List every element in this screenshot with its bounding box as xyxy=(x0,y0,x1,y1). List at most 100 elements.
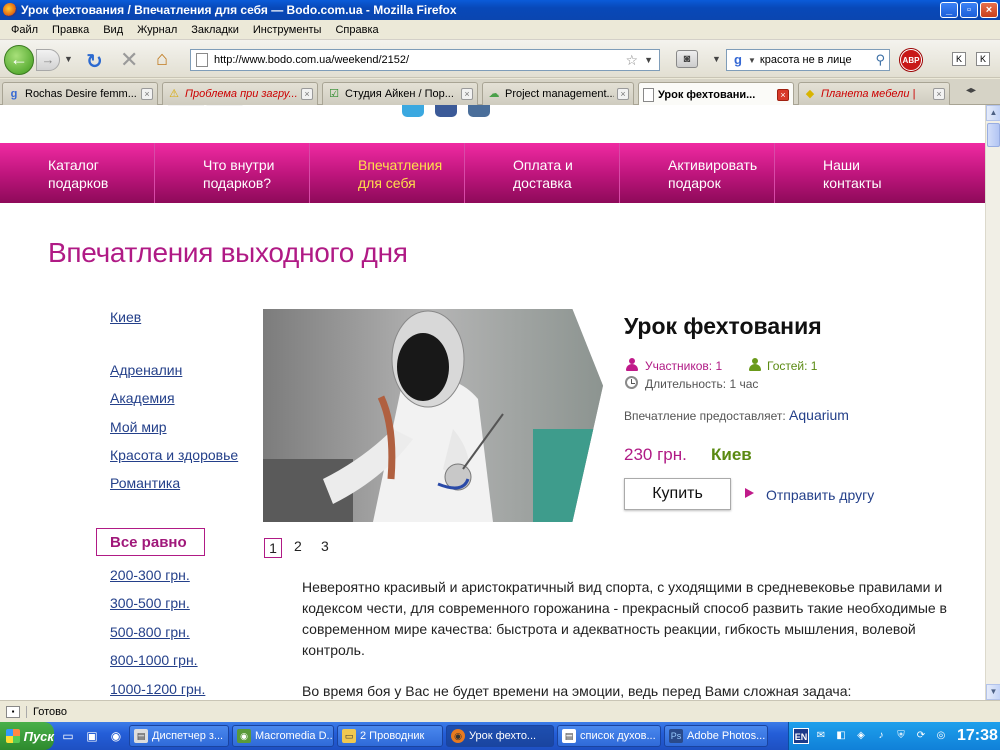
reload-icon[interactable]: ↻ xyxy=(86,49,103,74)
menu-history[interactable]: Журнал xyxy=(130,24,184,36)
taskbar-firefox[interactable]: ◉ Урок фехто... xyxy=(446,725,554,747)
sidebar-cat-romance[interactable]: Романтика xyxy=(110,475,180,491)
provider-link[interactable]: Aquarium xyxy=(789,407,849,423)
diamond-icon: ◆ xyxy=(805,88,815,100)
tab-list-icon[interactable]: ◂▸ xyxy=(966,85,976,96)
url-dropdown-icon[interactable]: ▼ xyxy=(644,55,653,65)
sidebar-cat-academy[interactable]: Академия xyxy=(110,390,175,406)
gallery-page-1[interactable]: 1 xyxy=(264,538,282,558)
save-icon[interactable]: ▣ xyxy=(82,726,102,746)
price-filter-all[interactable]: Все равно xyxy=(96,528,205,556)
search-engine-dropdown-icon[interactable]: ▼ xyxy=(748,56,756,65)
menu-edit[interactable]: Правка xyxy=(45,24,96,36)
addon-k-icon[interactable]: K xyxy=(952,52,966,66)
tab-problem[interactable]: ⚠ Проблема при загру... × xyxy=(162,82,318,105)
search-icon[interactable]: ⚲ xyxy=(875,52,885,68)
sidebar-cat-adrenaline[interactable]: Адреналин xyxy=(110,362,182,378)
menu-bookmarks[interactable]: Закладки xyxy=(184,24,246,36)
product-photo[interactable] xyxy=(263,309,603,522)
sidebar-cat-my-world[interactable]: Мой мир xyxy=(110,419,167,435)
nav-catalog[interactable]: Каталог подарков xyxy=(0,143,155,203)
stop-icon[interactable]: ✕ xyxy=(120,47,138,73)
cloud-icon: ☁ xyxy=(488,88,500,100)
taskbar-word[interactable]: ▤ список духов... xyxy=(557,725,661,747)
address-bar[interactable]: http://www.bodo.com.ua/weekend/2152/ ☆ ▼ xyxy=(190,49,660,71)
tab-studio[interactable]: ☑ Студия Айкен / Пор... × xyxy=(322,82,478,105)
tray-chat-icon[interactable]: ✉ xyxy=(813,728,829,744)
taskbar-task-manager[interactable]: ▤ Диспетчер з... xyxy=(129,725,229,747)
camera-dropdown-icon[interactable]: ▼ xyxy=(712,54,721,64)
search-box[interactable]: g ▼ ⚲ xyxy=(726,49,890,71)
tab-close-icon[interactable]: × xyxy=(141,88,153,100)
send-to-friend-link[interactable]: Отправить другу xyxy=(766,487,874,503)
nav-impressions[interactable]: Впечатления для себя xyxy=(310,143,465,203)
nav-payment[interactable]: Оплата и доставка xyxy=(465,143,620,203)
nav-contacts[interactable]: Наши контакты xyxy=(775,143,930,203)
bookmark-star-icon[interactable]: ☆ xyxy=(626,52,639,69)
facebook-icon[interactable] xyxy=(435,105,457,117)
price-filter-1000-1200[interactable]: 1000-1200 грн. xyxy=(110,681,205,697)
menu-view[interactable]: Вид xyxy=(96,24,130,36)
vk-icon[interactable] xyxy=(468,105,490,117)
price-filter-300-500[interactable]: 300-500 грн. xyxy=(110,595,190,611)
gallery-page-3[interactable]: 3 xyxy=(321,538,329,554)
taskbar-photoshop[interactable]: Ps Adobe Photos... xyxy=(664,725,768,747)
forward-button[interactable]: → xyxy=(36,49,60,71)
price-filter-200-300[interactable]: 200-300 грн. xyxy=(110,567,190,583)
tray-update-icon[interactable]: ⟳ xyxy=(913,728,929,744)
language-indicator[interactable]: EN xyxy=(793,728,809,744)
scroll-thumb[interactable] xyxy=(987,123,1000,147)
firefox-quicklaunch-icon[interactable]: ◉ xyxy=(106,726,126,746)
tray-antivirus-icon[interactable]: ◈ xyxy=(853,728,869,744)
firefox-icon: ◉ xyxy=(451,729,465,743)
tray-info-icon[interactable]: ◎ xyxy=(933,728,949,744)
camera-icon[interactable]: ◙ xyxy=(676,50,698,68)
tab-close-icon[interactable]: × xyxy=(933,88,945,100)
nav-whats-inside[interactable]: Что внутри подарков? xyxy=(155,143,310,203)
taskbar-macromedia[interactable]: ◉ Macromedia D... xyxy=(232,725,334,747)
addon-k2-icon[interactable]: K xyxy=(976,52,990,66)
menu-help[interactable]: Справка xyxy=(328,24,385,36)
buy-button[interactable]: Купить xyxy=(624,478,731,510)
system-clock: 17:38 xyxy=(957,727,998,744)
vertical-scrollbar[interactable]: ▲ ▼ xyxy=(985,105,1000,700)
tab-fencing[interactable]: Урок фехтовани... × xyxy=(638,82,794,106)
scroll-up-icon[interactable]: ▲ xyxy=(986,105,1000,121)
menu-file[interactable]: Файл xyxy=(4,24,45,36)
history-dropdown-icon[interactable]: ▼ xyxy=(64,54,73,64)
sidebar-cat-beauty[interactable]: Красота и здоровье xyxy=(110,447,238,463)
tab-close-icon[interactable]: × xyxy=(617,88,629,100)
firefox-icon xyxy=(3,3,17,17)
minimize-button[interactable]: _ xyxy=(940,2,958,18)
participants-icon xyxy=(626,358,638,371)
sidebar-city[interactable]: Киев xyxy=(110,309,141,325)
tab-rochas[interactable]: g Rochas Desire femm... × xyxy=(2,82,158,105)
page-icon xyxy=(643,87,654,102)
adblock-icon[interactable]: ABP xyxy=(900,49,922,71)
start-button[interactable]: Пуск xyxy=(0,722,54,750)
home-icon[interactable]: ⌂ xyxy=(156,48,168,71)
search-input[interactable] xyxy=(759,54,876,66)
tab-close-icon[interactable]: × xyxy=(777,88,789,101)
tab-project[interactable]: ☁ Project management... × xyxy=(482,82,634,105)
menu-tools[interactable]: Инструменты xyxy=(246,24,329,36)
close-button[interactable]: × xyxy=(980,2,998,18)
gallery-page-2[interactable]: 2 xyxy=(294,538,302,554)
back-button[interactable]: ← xyxy=(4,45,34,75)
url-text[interactable]: http://www.bodo.com.ua/weekend/2152/ xyxy=(214,54,626,66)
tray-network-icon[interactable]: ◧ xyxy=(833,728,849,744)
desktop-icon[interactable]: ▭ xyxy=(58,726,78,746)
nav-activate[interactable]: Активировать подарок xyxy=(620,143,775,203)
twitter-icon[interactable] xyxy=(402,105,424,117)
taskbar-explorer[interactable]: ▭ 2 Проводник xyxy=(337,725,443,747)
tab-close-icon[interactable]: × xyxy=(301,88,313,100)
scroll-down-icon[interactable]: ▼ xyxy=(986,684,1000,700)
price-filter-500-800[interactable]: 500-800 грн. xyxy=(110,624,190,640)
maximize-button[interactable]: ▫ xyxy=(960,2,978,18)
tab-close-icon[interactable]: × xyxy=(461,88,473,100)
tray-volume-icon[interactable]: ♪ xyxy=(873,728,889,744)
tab-furniture[interactable]: ◆ Планета мебели | × xyxy=(798,82,950,105)
price-filter-800-1000[interactable]: 800-1000 грн. xyxy=(110,652,198,668)
tray-shield-icon[interactable]: ⛨ xyxy=(893,728,909,744)
google-icon[interactable]: g xyxy=(730,52,746,68)
